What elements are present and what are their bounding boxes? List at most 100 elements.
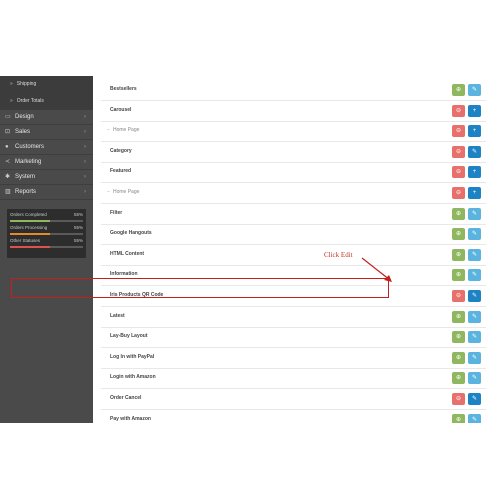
stat-orders-completed: Orders Completed 55%: [7, 212, 86, 225]
chevron-right-icon: »: [10, 81, 13, 87]
edit-button[interactable]: ✎: [468, 413, 481, 423]
uninstall-button[interactable]: ⊖: [452, 125, 465, 138]
module-row: Google Hangouts ⊕ ✎: [101, 224, 486, 246]
install-button[interactable]: ⊕: [452, 310, 465, 323]
uninstall-button[interactable]: ⊖: [452, 145, 465, 158]
module-name: Bestsellers: [110, 86, 137, 92]
edit-button[interactable]: ✎: [468, 372, 481, 385]
sidebar-item-design[interactable]: ▭ Design ›: [0, 110, 93, 125]
stat-value: 55%: [73, 238, 83, 243]
module-row: – Home Page ⊖ +: [101, 183, 486, 204]
edit-button[interactable]: +: [468, 125, 481, 138]
install-button[interactable]: ⊕: [452, 351, 465, 364]
chevron-right-icon: ›: [84, 129, 86, 135]
chevron-right-icon: »: [10, 98, 13, 104]
uninstall-button[interactable]: ⊖: [452, 290, 465, 302]
module-name: Order Cancel: [110, 395, 142, 401]
uninstall-button[interactable]: ⊖: [452, 104, 465, 117]
module-row: HTML Content ⊕ ✎: [101, 245, 486, 266]
sidebar-item-label: Reports: [15, 189, 37, 195]
progress-fill: [10, 233, 51, 235]
edit-button[interactable]: ✎: [468, 269, 481, 282]
module-row: Carousel ⊖ +: [101, 101, 486, 122]
module-name: Latest: [110, 312, 125, 319]
sidebar: » Shipping » Order Totals ▭ Design › ⊡ Sales ›…: [0, 76, 93, 423]
sidebar-subitem-label: Order Totals: [16, 98, 44, 104]
module-name: Information: [110, 271, 138, 278]
sidebar-subitem-order-totals[interactable]: » Order Totals: [0, 93, 93, 110]
progress-fill: [10, 246, 51, 248]
install-button[interactable]: ⊕: [452, 331, 465, 344]
sidebar-item-label: System: [15, 174, 36, 180]
uninstall-button[interactable]: ⊖: [452, 393, 465, 405]
module-row: Category ⊖ ✎: [101, 142, 486, 163]
sidebar-subitem-label: Shipping: [16, 81, 37, 87]
module-name: Featured: [110, 168, 132, 175]
progress-fill: [10, 220, 51, 222]
annotation-label: Click Edit: [324, 251, 353, 259]
stat-label: Orders Processing: [10, 225, 48, 230]
install-button[interactable]: ⊕: [452, 84, 465, 96]
sidebar-item-marketing[interactable]: ≺ Marketing ›: [0, 155, 93, 170]
module-row: Log In with PayPal ⊕ ✎: [101, 348, 486, 369]
module-name: Pay with Amazon: [110, 415, 151, 422]
sidebar-subitem-shipping[interactable]: » Shipping: [0, 76, 93, 93]
sidebar-item-label: Design: [15, 114, 34, 120]
progress-track: [10, 233, 83, 235]
gear-icon: ✱: [5, 174, 11, 180]
module-row: Login with Amazon ⊕ ✎: [101, 368, 486, 390]
desktop-icon: ▭: [5, 114, 11, 120]
install-button[interactable]: ⊕: [452, 372, 465, 385]
sidebar-item-reports[interactable]: ▥ Reports ›: [0, 185, 93, 200]
install-button[interactable]: ⊕: [452, 413, 465, 423]
edit-button[interactable]: ✎: [468, 310, 481, 323]
edit-button[interactable]: ✎: [468, 351, 481, 364]
install-button[interactable]: ⊕: [452, 228, 465, 241]
install-button[interactable]: ⊕: [452, 248, 465, 261]
module-row: Lay-Buy Layout ⊕ ✎: [101, 327, 486, 349]
annotation-arrow: [361, 257, 392, 282]
module-list: Bestsellers ⊕ ✎ Carousel ⊖ + – Home Page ⊖ + Cate…: [93, 76, 500, 423]
sidebar-item-system[interactable]: ✱ System ›: [0, 170, 93, 185]
module-name: Log In with PayPal: [110, 353, 155, 360]
edit-button[interactable]: ✎: [468, 84, 481, 96]
stat-label: Orders Completed: [10, 212, 47, 217]
indent-dash-icon: –: [107, 189, 110, 195]
edit-button[interactable]: +: [468, 166, 481, 179]
edit-button[interactable]: ✎: [468, 207, 481, 220]
sidebar-item-label: Marketing: [15, 159, 42, 165]
sidebar-item-label: Sales: [15, 129, 31, 135]
edit-button[interactable]: ✎: [468, 331, 481, 344]
sidebar-item-sales[interactable]: ⊡ Sales ›: [0, 125, 93, 140]
edit-button[interactable]: ✎: [468, 248, 481, 261]
edit-button[interactable]: ✎: [468, 393, 481, 405]
cart-icon: ⊡: [5, 129, 11, 135]
module-name: Carousel: [110, 106, 132, 113]
install-button[interactable]: ⊕: [452, 207, 465, 220]
sidebar-item-customers[interactable]: ● Customers ›: [0, 140, 93, 155]
module-row: Latest ⊕ ✎: [101, 307, 486, 328]
module-row: Order Cancel ⊖ ✎: [101, 389, 486, 410]
order-stats-panel: Orders Completed 55% Orders Processing 5…: [7, 209, 86, 258]
edit-button[interactable]: +: [468, 104, 481, 117]
uninstall-button[interactable]: ⊖: [452, 187, 465, 199]
module-name: Filter: [110, 209, 123, 216]
progress-track: [10, 246, 83, 248]
highlight-box: [11, 278, 389, 298]
install-button[interactable]: ⊕: [452, 269, 465, 282]
chevron-right-icon: ›: [84, 189, 86, 195]
uninstall-button[interactable]: ⊖: [452, 166, 465, 179]
edit-button[interactable]: +: [468, 187, 481, 199]
admin-screenshot: » Shipping » Order Totals ▭ Design › ⊡ Sales ›…: [0, 76, 500, 423]
module-name: HTML Content: [110, 250, 145, 257]
stat-value: 55%: [73, 225, 83, 230]
stat-label: Other Statuses: [10, 238, 41, 243]
module-name: Home Page: [113, 127, 140, 134]
chevron-right-icon: ›: [84, 159, 86, 165]
edit-button[interactable]: ✎: [468, 145, 481, 158]
edit-button[interactable]: ✎: [468, 228, 481, 241]
stat-value: 55%: [73, 212, 83, 217]
stat-orders-processing: Orders Processing 55%: [7, 225, 86, 238]
edit-button[interactable]: ✎: [468, 290, 481, 302]
module-name: Home Page: [113, 189, 140, 195]
